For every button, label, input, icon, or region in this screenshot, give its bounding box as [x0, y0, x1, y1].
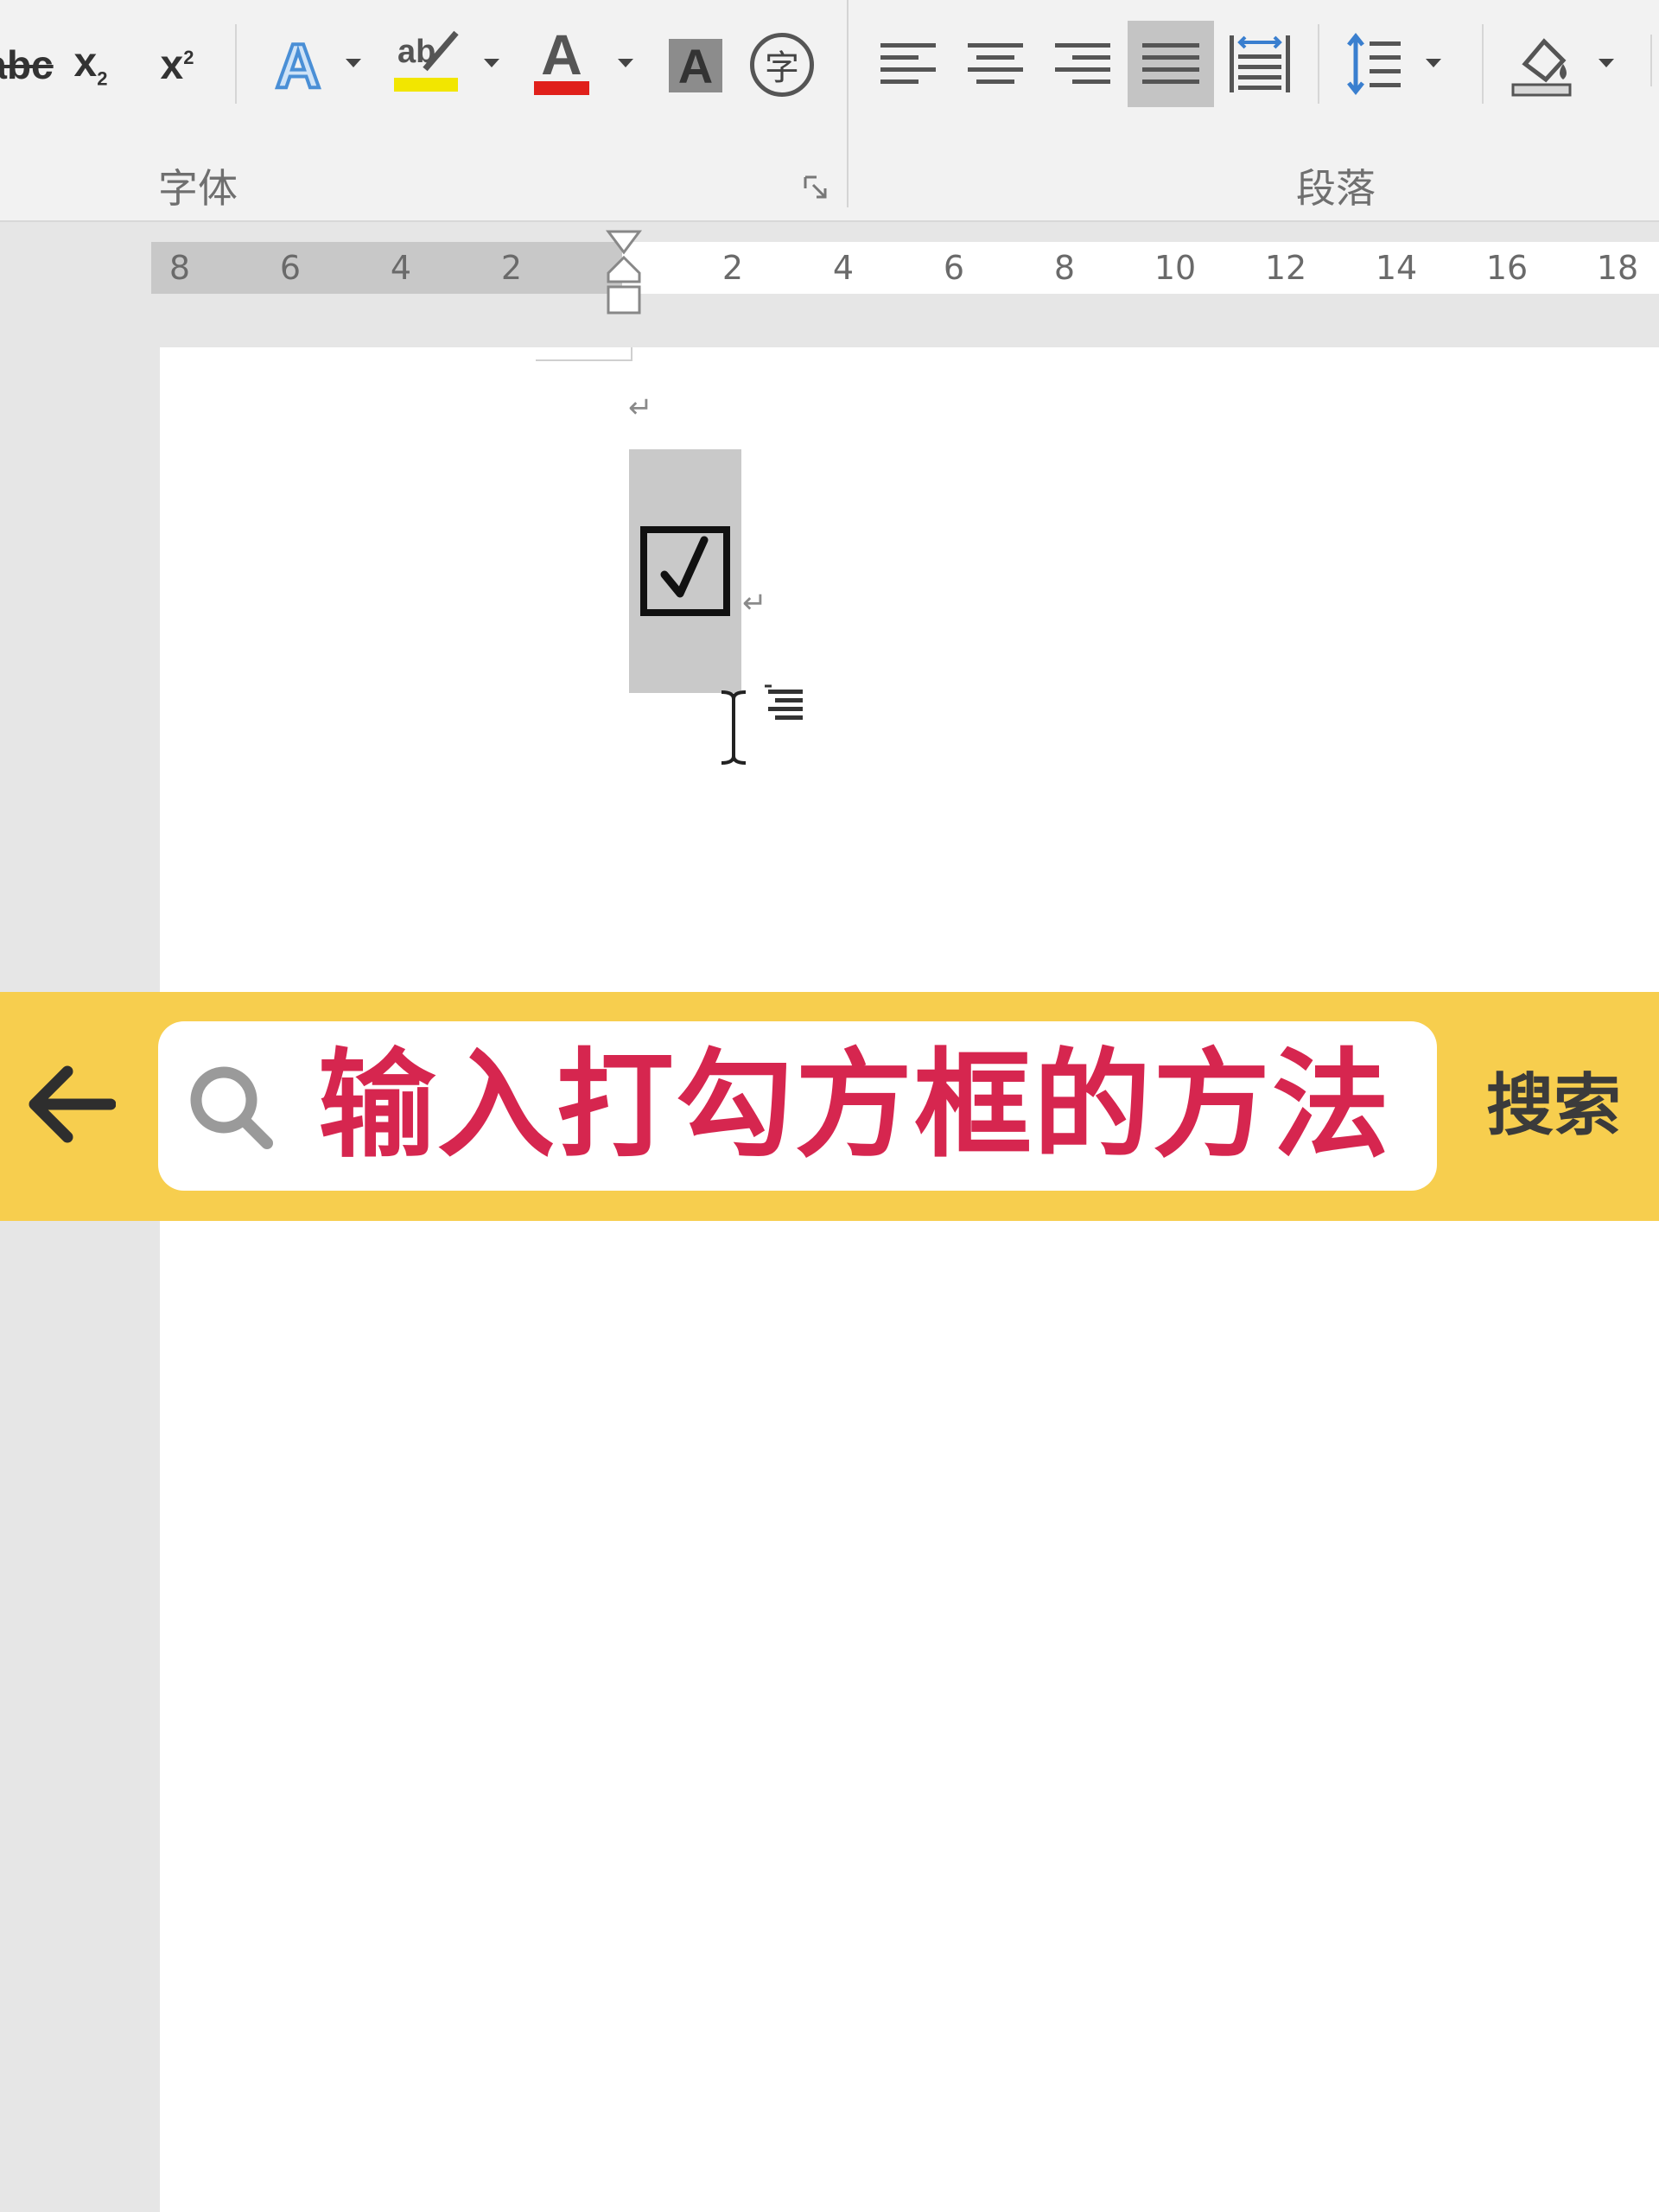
highlight-icon: ab: [394, 30, 459, 92]
search-button[interactable]: 搜索: [1486, 992, 1621, 1221]
line-spacing-dropdown-arrow[interactable]: [1426, 59, 1441, 67]
font-group-label: 字体: [158, 165, 238, 212]
margin-corner-marker: [536, 347, 632, 361]
search-icon: [184, 1060, 279, 1155]
ruler-area: 8 6 4 2 2 4 6 8 10 12 14 16 18: [0, 222, 1659, 343]
ruler-tick-label: 4: [832, 249, 855, 287]
ruler-tick-label: 18: [1596, 249, 1639, 287]
align-right-icon: [1055, 43, 1110, 84]
highlight-dropdown-arrow[interactable]: [484, 59, 499, 67]
ruler-tick-label: 2: [721, 249, 744, 287]
ruler-tick-label: 12: [1264, 249, 1307, 287]
ruler-tick-label: 16: [1485, 249, 1529, 287]
ruler-tick-label: 8: [1053, 249, 1076, 287]
checkbox-checked-icon: [640, 526, 730, 616]
subscript-icon: x2: [73, 40, 108, 90]
distributed-icon: [1230, 35, 1290, 92]
enclose-characters-button[interactable]: 字: [743, 26, 821, 104]
ribbon-separator: [1318, 24, 1319, 104]
font-color-button[interactable]: A: [523, 22, 601, 104]
highlight-button[interactable]: ab: [389, 22, 467, 104]
back-arrow-icon: [29, 1065, 116, 1143]
shading-button[interactable]: [1503, 24, 1581, 104]
strikethrough-icon: abc: [0, 42, 54, 87]
ruler-tick-label: 6: [943, 249, 965, 287]
line-spacing-button[interactable]: [1338, 24, 1410, 104]
character-shading-button[interactable]: A: [661, 31, 730, 100]
text-effects-button[interactable]: A: [259, 26, 337, 104]
paragraph-mark: ↵: [628, 391, 653, 425]
ribbon-separator: [1482, 24, 1484, 104]
search-input[interactable]: 输入打勾方框的方法: [158, 1021, 1437, 1191]
align-right-button[interactable]: [1046, 28, 1118, 100]
ribbon-separator: [1650, 35, 1652, 86]
align-left-button[interactable]: [873, 28, 945, 100]
justify-icon: [1142, 43, 1199, 84]
align-center-icon: [968, 43, 1023, 84]
document-page[interactable]: ↵ ☑ ↵: [160, 347, 1659, 2212]
back-button[interactable]: [19, 1044, 123, 1165]
ruler-tick-label: 10: [1154, 249, 1197, 287]
subscript-button[interactable]: x2: [60, 35, 121, 95]
search-query-text: 输入打勾方框的方法: [318, 1038, 1391, 1174]
line-spacing-icon: [1347, 32, 1401, 96]
distributed-button[interactable]: [1220, 24, 1300, 104]
ribbon-separator: [235, 24, 237, 104]
shading-dropdown-arrow[interactable]: [1599, 59, 1614, 67]
ribbon: abc x2 x2 A ab A A: [0, 0, 1659, 222]
text-effects-dropdown-arrow[interactable]: [346, 59, 361, 67]
superscript-button[interactable]: x2: [147, 35, 207, 95]
align-center-button[interactable]: [959, 28, 1032, 100]
ruler-tick-label: 8: [168, 249, 191, 287]
ruler-left-margin: [151, 242, 622, 294]
svg-text:A: A: [276, 32, 321, 98]
selected-checkbox-symbol[interactable]: [629, 449, 741, 693]
dialog-launcher-icon: [804, 175, 827, 199]
align-left-icon: [880, 43, 936, 84]
indent-marker-icon[interactable]: [605, 230, 643, 320]
horizontal-ruler[interactable]: 8 6 4 2 2 4 6 8 10 12 14 16 18: [151, 230, 1659, 315]
ruler-tick-label: 14: [1375, 249, 1418, 287]
text-effects-icon: A: [274, 32, 322, 98]
click-and-type-indicator-icon: [765, 684, 803, 720]
justify-button[interactable]: [1128, 21, 1214, 107]
font-color-dropdown-arrow[interactable]: [618, 59, 633, 67]
strikethrough-button[interactable]: abc: [0, 35, 54, 95]
ruler-tick-label: 4: [390, 249, 412, 287]
ruler-tick-label: 6: [279, 249, 302, 287]
character-shading-icon: A: [669, 39, 722, 93]
font-dialog-launcher[interactable]: [799, 171, 834, 206]
search-bar: 输入打勾方框的方法 搜索: [0, 992, 1659, 1221]
superscript-icon: x2: [160, 41, 194, 88]
paragraph-mark: ↵: [742, 586, 767, 620]
enclose-characters-icon: 字: [750, 33, 814, 97]
paragraph-group-label: 段落: [1296, 165, 1376, 212]
shading-icon: [1511, 38, 1572, 97]
font-color-icon: A: [534, 24, 589, 95]
svg-text:A: A: [541, 24, 582, 86]
ribbon-group-divider: [847, 0, 849, 207]
ruler-tick-label: 2: [500, 249, 523, 287]
i-beam-cursor-icon: [721, 690, 747, 765]
